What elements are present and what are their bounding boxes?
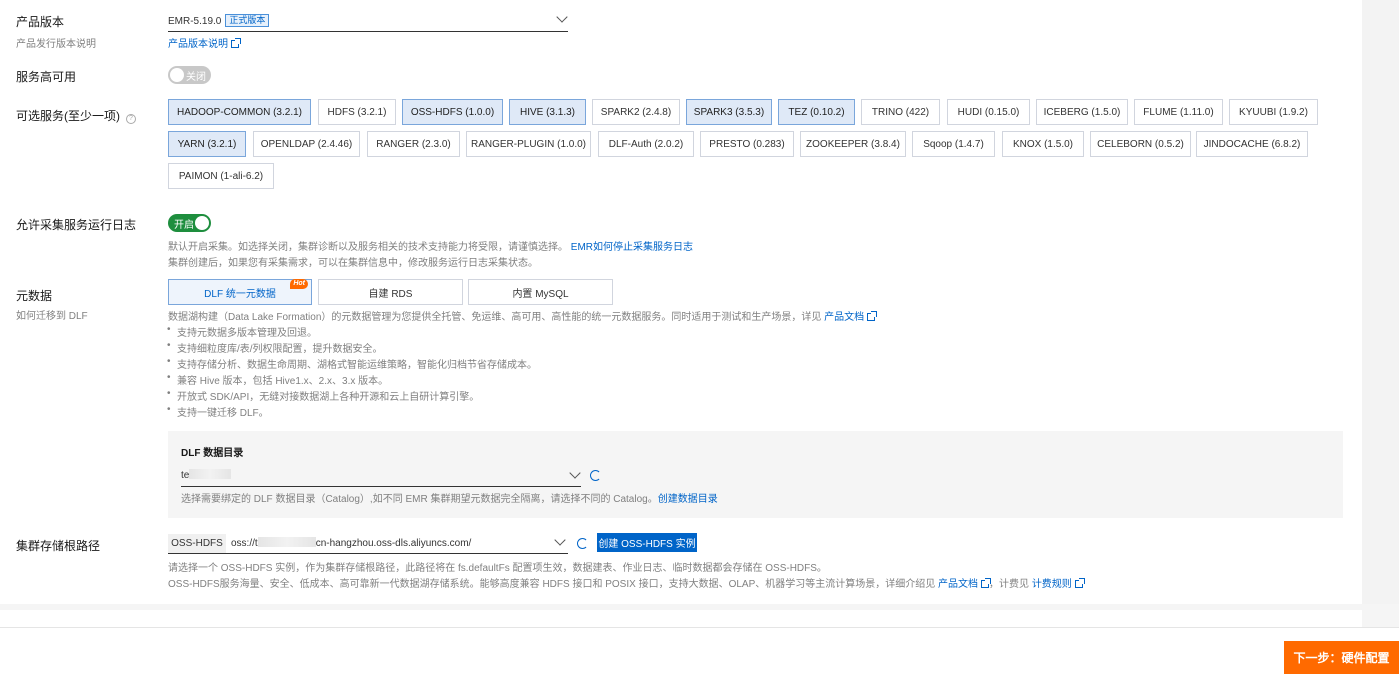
service-option[interactable]: PAIMON (1-ali-6.2) [168, 163, 274, 189]
storage-doc-link[interactable]: 产品文档 [938, 578, 992, 590]
dlf-catalog-value: te [181, 470, 190, 481]
ha-toggle[interactable]: 关闭 [168, 66, 211, 84]
service-option[interactable]: DLF-Auth (2.0.2) [598, 131, 694, 157]
product-version-underline [168, 31, 568, 32]
service-option[interactable]: HDFS (3.2.1) [318, 99, 396, 125]
storage-prefix: OSS-HDFS [168, 534, 226, 553]
pricing-link[interactable]: 计费规则 [1032, 578, 1085, 590]
storage-underline [168, 553, 568, 554]
feature-list-item: 支持元数据多版本管理及回退。 [167, 324, 317, 339]
create-oss-hdfs-button[interactable]: 创建 OSS-HDFS 实例 [597, 533, 697, 552]
next-step-button[interactable]: 下一步：硬件配置 [1284, 641, 1399, 674]
log-collect-desc1: 默认开启采集。如选择关闭，集群诊断以及服务相关的技术支持能力将受限，请谨慎选择。… [168, 242, 694, 253]
dlf-catalog-title: DLF 数据目录 [181, 448, 244, 459]
external-link-icon [867, 311, 878, 321]
product-version-label: 产品版本 [16, 15, 65, 29]
product-version-select[interactable]: EMR-5.19.0 正式版本 [168, 13, 568, 32]
refresh-icon[interactable] [590, 470, 601, 481]
service-option[interactable]: HADOOP-COMMON (3.2.1) [168, 99, 311, 125]
external-link-icon [231, 38, 241, 48]
service-option[interactable]: PRESTO (0.283) [700, 131, 794, 157]
metadata-option-rds[interactable]: 自建 RDS [318, 279, 463, 305]
storage-path-select[interactable]: oss://t cn-hangzhou.oss-dls.aliyuncs.com/ [231, 537, 566, 549]
storage-label: 集群存储根路径 [16, 539, 101, 553]
toggle-knob [170, 68, 184, 82]
ha-toggle-text: 关闭 [186, 71, 206, 83]
service-option[interactable]: ICEBERG (1.5.0) [1036, 99, 1128, 125]
help-icon[interactable]: ? [126, 114, 136, 124]
scrollbar-track[interactable] [1362, 0, 1399, 605]
refresh-icon[interactable] [577, 538, 588, 549]
product-version-link[interactable]: 产品版本说明 [168, 35, 241, 50]
ha-label: 服务高可用 [16, 70, 77, 84]
service-option[interactable]: OPENLDAP (2.4.46) [253, 131, 360, 157]
service-option[interactable]: KYUUBI (1.9.2) [1229, 99, 1318, 125]
metadata-option-dlf[interactable]: DLF 统一元数据 Hot [168, 279, 312, 305]
services-label: 可选服务(至少一项)? [16, 107, 136, 124]
metadata-doc-link[interactable]: 产品文档 [824, 311, 878, 323]
create-catalog-link[interactable]: 创建数据目录 [658, 494, 718, 505]
external-link-icon [981, 578, 992, 588]
product-version-value: EMR-5.19.0 [168, 16, 222, 27]
product-version-sublabel: 产品发行版本说明 [16, 39, 96, 50]
service-option[interactable]: TRINO (422) [861, 99, 940, 125]
service-option[interactable]: Sqoop (1.4.7) [912, 131, 995, 157]
metadata-desc: 数据湖构建（Data Lake Formation）的元数据管理为您提供全托管、… [168, 308, 878, 323]
service-option[interactable]: HUDI (0.15.0) [947, 99, 1030, 125]
redacted-text [189, 469, 232, 479]
feature-list-item: 支持一键迁移 DLF。 [167, 404, 269, 419]
storage-desc1: 请选择一个 OSS-HDFS 实例，作为集群存储根路径，此路径将在 fs.def… [168, 563, 827, 574]
log-collect-toggle[interactable]: 开启 [168, 214, 211, 232]
migrate-dlf-link[interactable]: 如何迁移到 DLF [16, 307, 88, 322]
dlf-catalog-underline [181, 486, 581, 487]
toggle-knob [195, 216, 209, 230]
hot-badge: Hot [290, 279, 308, 289]
service-option[interactable]: CELEBORN (0.5.2) [1090, 131, 1191, 157]
service-option[interactable]: HIVE (3.1.3) [509, 99, 586, 125]
feature-list-item: 兼容 Hive 版本，包括 Hive1.x、2.x、3.x 版本。 [167, 372, 388, 387]
stop-log-collect-link[interactable]: EMR如何停止采集服务日志 [571, 242, 693, 253]
service-option[interactable]: OSS-HDFS (1.0.0) [402, 99, 503, 125]
dlf-catalog-select[interactable]: te [181, 469, 581, 487]
service-option[interactable]: TEZ (0.10.2) [778, 99, 855, 125]
footer-bar [0, 627, 1399, 674]
feature-list-item: 支持细粒度库/表/列权限配置，提升数据安全。 [167, 340, 383, 355]
external-link-icon [1074, 578, 1085, 588]
feature-list-item: 开放式 SDK/API，无缝对接数据湖上各种开源和云上自研计算引擎。 [167, 388, 479, 403]
log-toggle-text: 开启 [174, 219, 194, 231]
storage-desc2: OSS-HDFS服务海量、安全、低成本、高可靠新一代数据湖存储系统。能够高度兼容… [168, 575, 1085, 590]
release-badge: 正式版本 [225, 14, 270, 27]
dlf-catalog-desc: 选择需要绑定的 DLF 数据目录（Catalog）,如不同 EMR 集群期望元数… [181, 494, 718, 505]
metadata-label: 元数据 [16, 289, 53, 303]
service-option[interactable]: SPARK2 (2.4.8) [592, 99, 680, 125]
service-option[interactable]: FLUME (1.11.0) [1134, 99, 1223, 125]
service-option[interactable]: YARN (3.2.1) [168, 131, 246, 157]
metadata-option-mysql[interactable]: 内置 MySQL [468, 279, 613, 305]
service-option[interactable]: JINDOCACHE (6.8.2) [1196, 131, 1308, 157]
feature-list-item: 支持存储分析、数据生命周期、湖格式智能运维策略，智能化归档节省存储成本。 [167, 356, 537, 371]
service-option[interactable]: RANGER-PLUGIN (1.0.0) [466, 131, 591, 157]
service-option[interactable]: KNOX (1.5.0) [1002, 131, 1084, 157]
service-option[interactable]: SPARK3 (3.5.3) [686, 99, 772, 125]
service-option[interactable]: RANGER (2.3.0) [367, 131, 460, 157]
log-collect-label: 允许采集服务运行日志 [16, 218, 137, 232]
redacted-text [257, 537, 316, 547]
service-option[interactable]: ZOOKEEPER (3.8.4) [800, 131, 906, 157]
log-collect-desc2: 集群创建后，如果您有采集需求，可以在集群信息中，修改服务运行日志采集状态。 [168, 258, 538, 269]
